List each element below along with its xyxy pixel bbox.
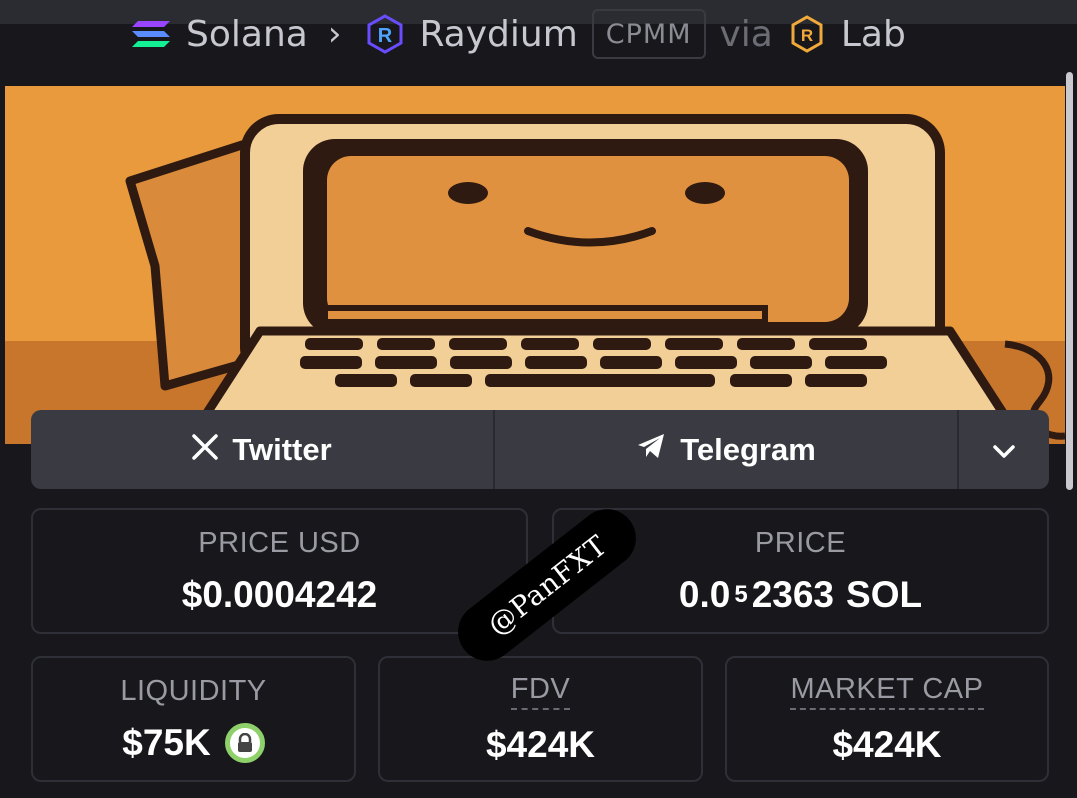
lock-icon[interactable] — [224, 722, 265, 763]
market-cap-value: $424K — [832, 723, 942, 765]
liquidity-row: $75K — [122, 721, 265, 764]
fdv-value: $424K — [485, 723, 596, 765]
price-native-label: PRICE — [754, 526, 847, 559]
telegram-icon — [636, 432, 666, 468]
fdv-card: FDV $424K — [378, 656, 703, 782]
price-usd-value: $0.0004242 — [181, 573, 378, 615]
liquidity-value: $75K — [122, 721, 211, 763]
breadcrumb: Solana › R Raydium CPMM via R Lab — [0, 0, 1077, 66]
chevron-down-icon — [992, 432, 1016, 468]
price-native-unit: SOL — [846, 573, 923, 615]
svg-text:R: R — [378, 25, 393, 47]
price-native-digits: 2363 — [751, 573, 835, 615]
market-cap-label[interactable]: MARKET CAP — [790, 673, 984, 710]
twitter-button[interactable]: Twitter — [31, 410, 495, 489]
price-native-prefix: 0.0 — [678, 573, 731, 615]
x-logo-icon — [192, 432, 219, 468]
telegram-label: Telegram — [680, 431, 816, 467]
solana-icon — [132, 14, 172, 54]
liquidity-card: LIQUIDITY $75K — [31, 656, 356, 782]
pool-type-badge: CPMM — [591, 9, 706, 59]
price-usd-label: PRICE USD — [198, 526, 361, 559]
price-usd-card: PRICE USD $0.0004242 — [31, 508, 528, 634]
breadcrumb-launchpad[interactable]: Lab — [841, 14, 906, 55]
launchlab-icon: R — [787, 14, 827, 54]
liquidity-label: LIQUIDITY — [120, 674, 267, 707]
fdv-label[interactable]: FDV — [510, 673, 571, 710]
price-native-zero-count: 5 — [734, 580, 748, 608]
scrollbar[interactable] — [1066, 72, 1073, 490]
more-links-button[interactable] — [959, 410, 1049, 489]
price-native-value: 0.0 5 2363 SOL — [679, 574, 922, 616]
breadcrumb-chain[interactable]: Solana — [186, 14, 308, 55]
svg-text:R: R — [801, 26, 813, 45]
breadcrumb-via: via — [719, 13, 773, 55]
computer-mascot-illustration — [5, 86, 1065, 444]
raydium-icon: R — [365, 14, 405, 54]
chevron-right-icon: › — [327, 14, 342, 54]
market-cap-card: MARKET CAP $424K — [725, 656, 1049, 782]
twitter-label: Twitter — [232, 431, 332, 467]
breadcrumb-dex[interactable]: Raydium — [419, 14, 577, 55]
telegram-button[interactable]: Telegram — [495, 410, 959, 489]
token-banner-image — [5, 86, 1065, 444]
social-links-bar: Twitter Telegram — [31, 410, 1049, 489]
